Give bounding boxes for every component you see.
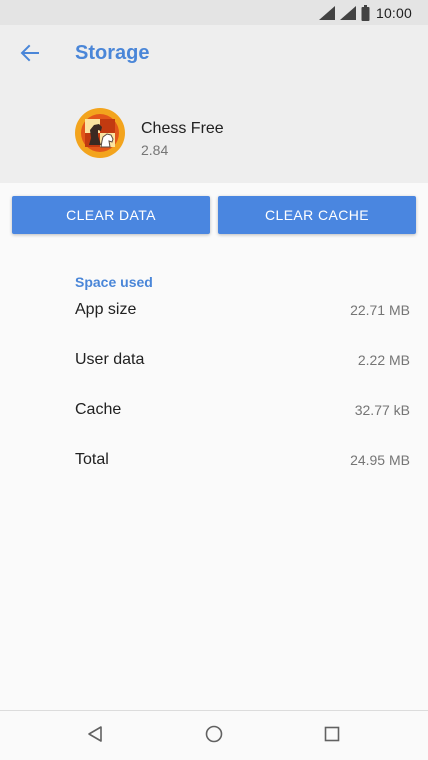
nav-back-button[interactable] [82,723,108,749]
navigation-bar [0,710,428,760]
page-title: Storage [75,42,150,64]
row-label: App size [75,301,137,318]
status-icons: 10:00 [318,4,412,22]
storage-row-total: Total 24.95 MB [0,447,428,477]
nav-home-icon [205,725,223,748]
cellular-signal-icon [339,5,357,21]
battery-icon [361,5,370,21]
storage-row-app-size: App size 22.71 MB [0,297,428,327]
row-value: 22.71 MB [350,302,410,318]
app-name: Chess Free [141,120,224,137]
nav-home-button[interactable] [201,723,227,749]
row-label: User data [75,351,145,368]
storage-row-cache: Cache 32.77 kB [0,397,428,427]
row-label: Cache [75,401,122,418]
space-used-header: Space used [75,274,153,290]
arrow-back-icon [20,43,40,68]
row-value: 24.95 MB [350,452,410,468]
status-bar: 10:00 [0,0,428,25]
nav-back-icon [87,725,103,748]
app-header: Storage Chess Free 2.84 [0,25,428,183]
clear-data-button[interactable]: CLEAR DATA [12,196,210,234]
storage-row-user-data: User data 2.22 MB [0,347,428,377]
app-version: 2.84 [141,142,169,158]
row-label: Total [75,451,109,468]
back-button[interactable] [14,39,46,71]
chess-app-icon [75,108,125,158]
clear-cache-button[interactable]: CLEAR CACHE [218,196,416,234]
status-time: 10:00 [375,5,412,21]
row-value: 2.22 MB [357,352,410,368]
nav-recents-icon [324,726,340,747]
row-value: 32.77 kB [354,402,410,418]
nav-recents-button[interactable] [319,723,345,749]
wifi-icon [318,5,336,21]
